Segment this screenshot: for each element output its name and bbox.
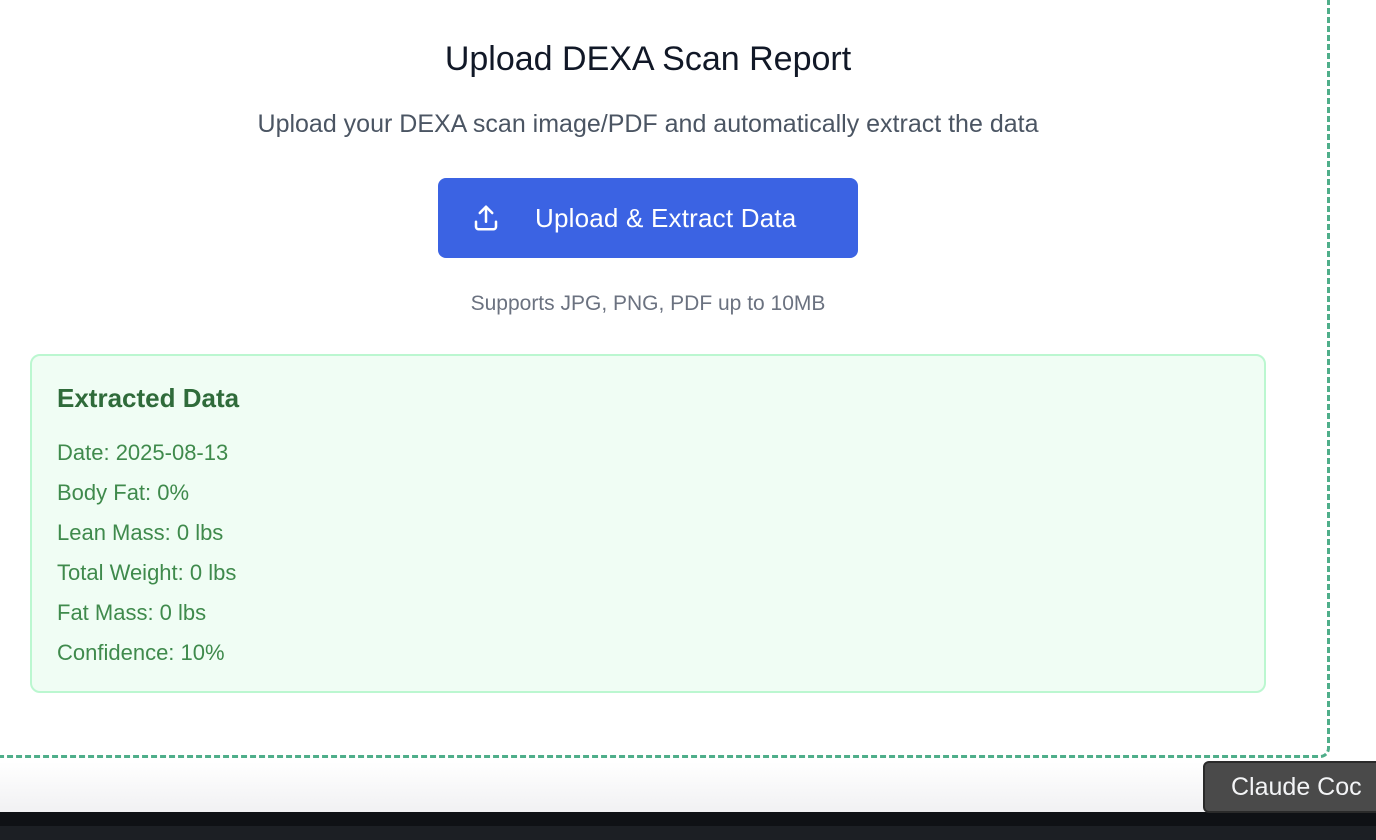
page: Upload DEXA Scan Report Upload your DEXA… [0, 0, 1376, 840]
claude-code-tab[interactable]: Claude Coc [1203, 761, 1376, 813]
extracted-body-fat: Body Fat: 0% [57, 480, 190, 505]
extracted-date: Date: 2025-08-13 [57, 440, 229, 465]
upload-extract-button[interactable]: Upload & Extract Data [438, 178, 858, 258]
extracted-fat-mass: Fat Mass: 0 lbs [57, 600, 207, 625]
taskbar-divider [0, 826, 1376, 840]
page-title: Upload DEXA Scan Report [444, 40, 852, 78]
page-bottom-strip [0, 762, 1376, 812]
extracted-data-list: Date: 2025-08-13 Body Fat: 0% Lean Mass:… [57, 438, 236, 678]
taskbar [0, 812, 1376, 840]
upload-icon [470, 202, 502, 234]
extracted-total-weight: Total Weight: 0 lbs [57, 560, 237, 585]
page-subtitle: Upload your DEXA scan image/PDF and auto… [257, 110, 1039, 138]
extracted-lean-mass: Lean Mass: 0 lbs [57, 520, 224, 545]
extracted-data-title: Extracted Data [57, 383, 240, 413]
extracted-data-card: Extracted Data Date: 2025-08-13 Body Fat… [30, 354, 1266, 693]
file-support-hint: Supports JPG, PNG, PDF up to 10MB [470, 292, 826, 315]
upload-extract-button-label: Upload & Extract Data [535, 202, 797, 233]
extracted-confidence: Confidence: 10% [57, 640, 225, 665]
